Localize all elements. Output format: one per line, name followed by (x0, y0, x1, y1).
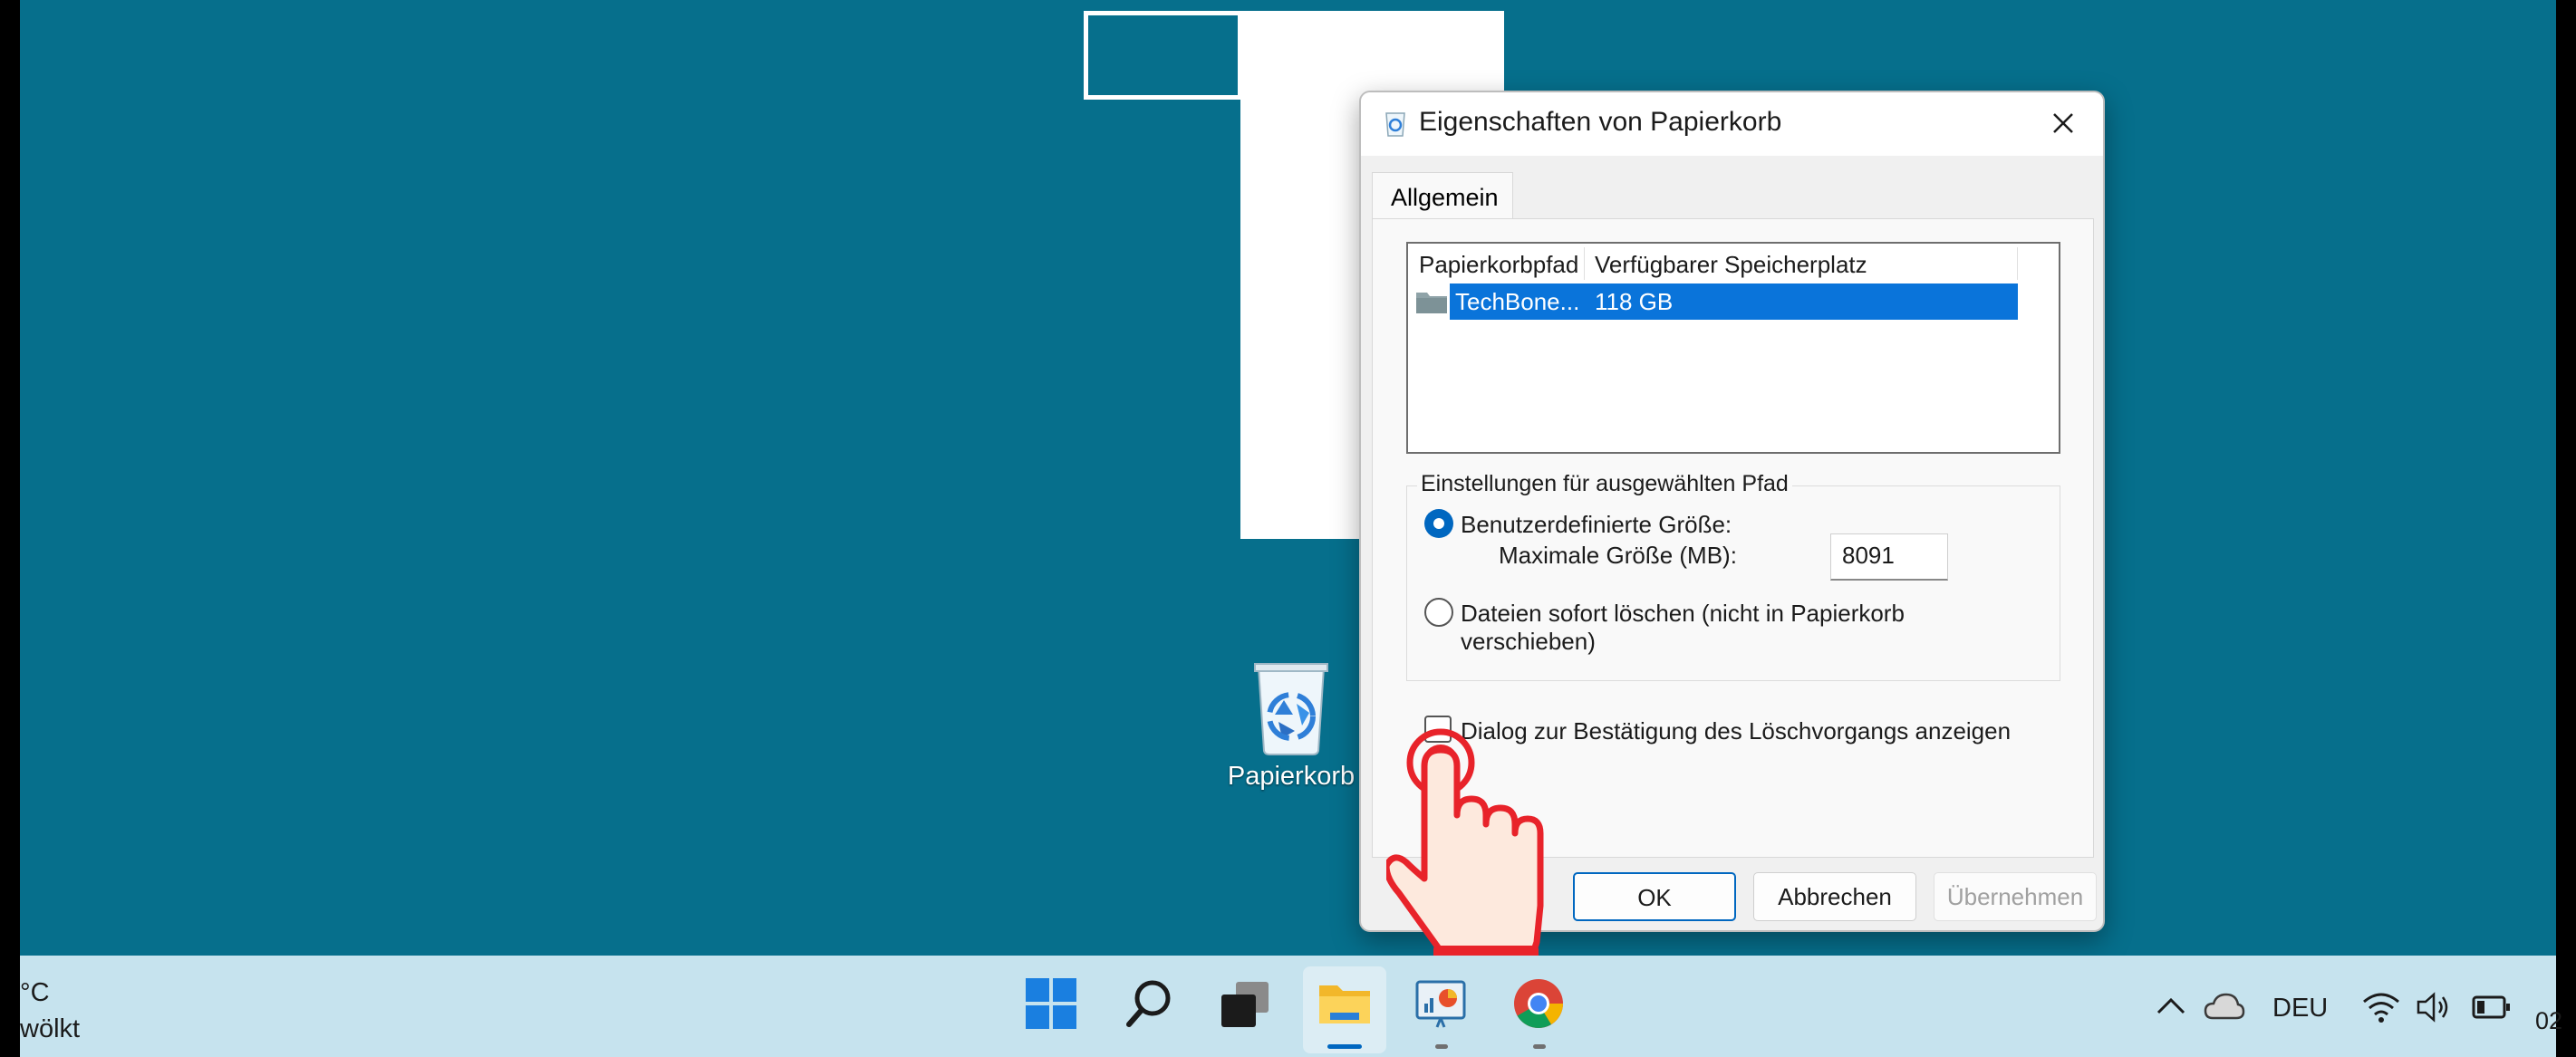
running-indicator-active (1327, 1044, 1362, 1049)
recycle-path-list[interactable]: Papierkorbpfad Verfügbarer Speicherplatz… (1406, 242, 2060, 454)
tab-allgemein[interactable]: Allgemein (1372, 172, 1513, 219)
close-icon[interactable] (2043, 103, 2083, 143)
running-indicator (1435, 1044, 1448, 1049)
settings-group-title: Einstellungen für ausgewählten Pfad (1417, 471, 1792, 497)
volume-icon[interactable] (2416, 991, 2452, 1023)
search-icon[interactable] (1122, 976, 1176, 1031)
recycle-bin-icon (1254, 663, 1328, 755)
max-size-input[interactable]: 8091 (1830, 533, 1948, 581)
list-item-space: 118 GB (1595, 288, 1674, 315)
max-size-label: Maximale Größe (MB): (1499, 542, 1737, 569)
presentation-app-icon[interactable] (1413, 976, 1468, 1031)
ok-button[interactable]: OK (1573, 872, 1736, 921)
right-letterbox (2556, 0, 2576, 1057)
list-item[interactable]: TechBone... 118 GB (1450, 283, 2018, 320)
touch-hand-icon (1386, 728, 1544, 966)
dialog-title: Eigenschaften von Papierkorb (1419, 107, 1782, 137)
folder-icon (1416, 293, 1447, 313)
onedrive-cloud-icon[interactable] (2204, 991, 2245, 1022)
window-preview-frame (1084, 11, 1242, 100)
weather-condition: wölkt (20, 1014, 81, 1043)
weather-temp: °C (20, 978, 50, 1007)
recycle-bin-small-icon (1385, 112, 1405, 137)
recycle-bin-label: Papierkorb (1227, 762, 1356, 791)
list-header: Papierkorbpfad Verfügbarer Speicherplatz (1408, 244, 2059, 283)
column-header-path[interactable]: Papierkorbpfad (1419, 251, 1578, 279)
file-explorer-icon[interactable] (1316, 976, 1374, 1031)
weather-widget[interactable]: °C wölkt (20, 975, 80, 1047)
running-indicator (1533, 1044, 1546, 1049)
chrome-icon[interactable] (1511, 976, 1566, 1031)
task-view-icon[interactable] (1218, 976, 1274, 1031)
chevron-up-icon[interactable] (2155, 995, 2187, 1018)
language-indicator[interactable]: DEU (2272, 994, 2328, 1023)
column-separator (1584, 247, 1585, 280)
delete-immediately-radio[interactable] (1424, 598, 1453, 627)
wifi-icon[interactable] (2361, 991, 2401, 1023)
dialog-titlebar[interactable]: Eigenschaften von Papierkorb (1361, 92, 2103, 156)
desktop-recycle-bin[interactable]: Papierkorb (1214, 657, 1368, 792)
battery-icon[interactable] (2472, 995, 2512, 1020)
clock[interactable]: 02 (2535, 1007, 2562, 1035)
delete-immediately-label-line1: Dateien sofort löschen (nicht in Papierk… (1461, 600, 1905, 627)
custom-size-label: Benutzerdefinierte Größe: (1461, 511, 1732, 538)
delete-immediately-label-line2: verschieben) (1461, 628, 1596, 655)
apply-button[interactable]: Übernehmen (1934, 872, 2097, 921)
column-separator (2017, 247, 2018, 280)
left-letterbox (0, 0, 20, 1057)
custom-size-radio[interactable] (1424, 509, 1453, 538)
list-item-path: TechBone... (1455, 288, 1580, 315)
column-header-space[interactable]: Verfügbarer Speicherplatz (1595, 251, 1867, 279)
cancel-button[interactable]: Abbrechen (1753, 872, 1916, 921)
windows-start-icon[interactable] (1024, 976, 1078, 1031)
